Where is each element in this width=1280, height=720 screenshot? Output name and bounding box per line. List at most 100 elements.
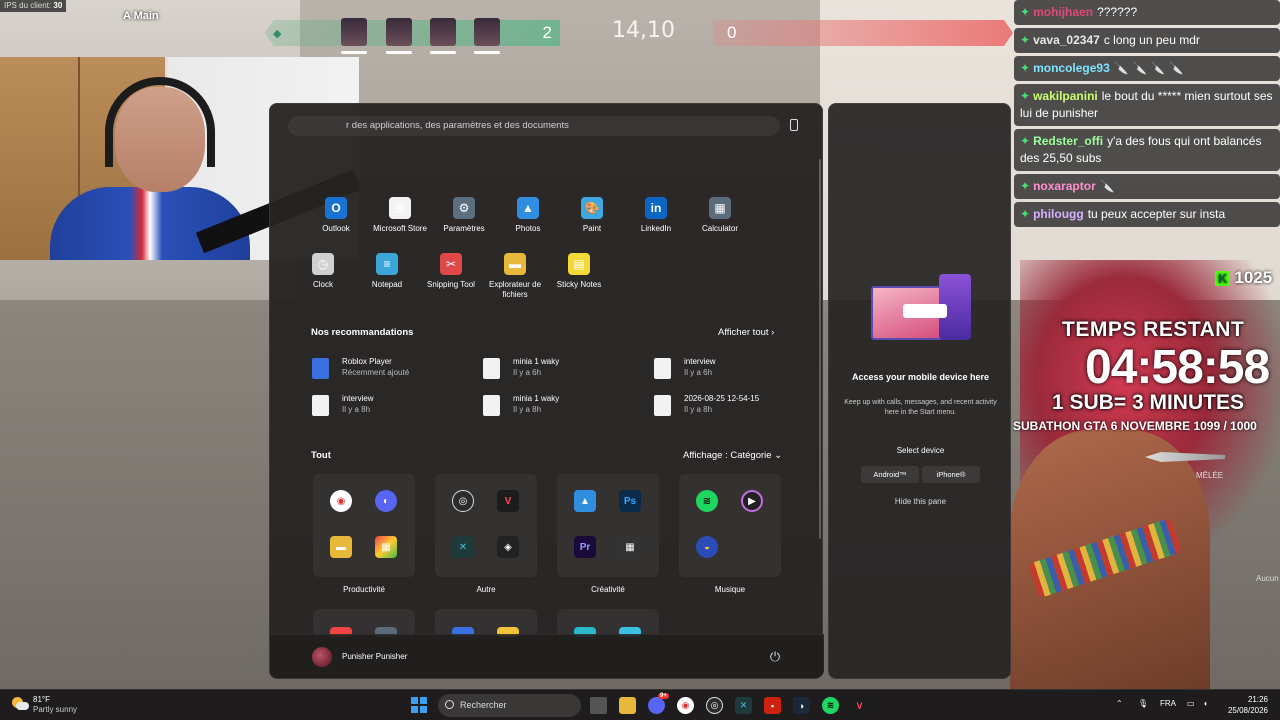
category-folder-creativity[interactable]: ▲ Ps Pr ▦	[557, 474, 659, 577]
chat-badge-icon: ✦	[1020, 61, 1031, 75]
recommendation-item[interactable]: Roblox Player Récemment ajouté	[312, 356, 472, 382]
pinned-app[interactable]: ≡ Notepad	[354, 253, 420, 290]
clock-time[interactable]: 21:26	[1230, 695, 1268, 704]
weather-condition[interactable]: Partly sunny	[33, 705, 77, 714]
settings-icon: ⚙	[453, 197, 475, 219]
start-scrollbar[interactable]	[819, 159, 821, 539]
pinned-app[interactable]: ▲ Photos	[495, 197, 561, 234]
pinned-app[interactable]: O Outlook	[303, 197, 369, 234]
agent-portrait	[430, 18, 456, 46]
file-icon	[654, 358, 671, 379]
chat-username[interactable]: noxaraptor	[1033, 179, 1096, 193]
steam-icon[interactable]: ◑	[793, 697, 810, 714]
app-icon[interactable]: ▪	[764, 697, 781, 714]
cloud-icon	[16, 702, 29, 710]
sticky-notes-icon: ▤	[568, 253, 590, 275]
chat-text: c long un peu mdr	[1103, 33, 1200, 47]
chat-username[interactable]: moncolege93	[1033, 61, 1110, 75]
team-label: A Main	[123, 10, 159, 22]
pinned-app[interactable]: in LinkedIn	[623, 197, 689, 234]
clock-date[interactable]: 25/08/2026	[1223, 706, 1268, 715]
file-explorer-icon: ▬	[330, 536, 352, 558]
weather-temperature[interactable]: 81°F	[33, 695, 50, 704]
recommendation-name: minia 1 waky	[513, 357, 560, 366]
obs-icon[interactable]: ◎	[706, 697, 723, 714]
network-icon[interactable]: ▭	[1187, 699, 1195, 708]
microphone-icon[interactable]: 🎙	[1138, 699, 1148, 708]
chrome-icon: ◉	[330, 490, 352, 512]
recommendation-item[interactable]: interview Il y a 8h	[312, 393, 472, 419]
recommendation-item[interactable]: minia 1 waky Il y a 6h	[483, 356, 643, 382]
recommendation-item[interactable]: minia 1 waky Il y a 8h	[483, 393, 643, 419]
pinned-app[interactable]: ⊞ Microsoft Store	[367, 197, 433, 234]
tray-chevron-icon[interactable]: ⌃	[1116, 699, 1123, 708]
start-menu: r des applications, des paramètres et de…	[269, 103, 824, 679]
chat-message: ✦ moncolege93 🔪 🔪 🔪 🔪	[1014, 56, 1280, 81]
category-folder-music[interactable]: ≋ ▶ ◒	[679, 474, 781, 577]
hide-pane-link[interactable]: Hide this pane	[829, 497, 1012, 506]
taskbar-search[interactable]: Rechercher	[438, 694, 581, 717]
pinned-app-label: Sticky Notes	[556, 280, 602, 289]
recommendation-name: Roblox Player	[342, 357, 392, 366]
recommendation-name: 2026-08-25 12-54-15	[684, 394, 760, 403]
pinned-app[interactable]: ✂ Snipping Tool	[418, 253, 484, 290]
windows-logo-tile	[411, 697, 419, 705]
task-view-icon[interactable]	[590, 697, 607, 714]
chat-username[interactable]: philougg	[1033, 207, 1084, 221]
avatar[interactable]	[312, 647, 332, 667]
agent-portrait	[341, 18, 367, 46]
category-label: Autre	[476, 585, 496, 594]
recommendation-item[interactable]: interview Il y a 6h	[654, 356, 814, 382]
discord-icon[interactable]: 9+	[648, 693, 669, 714]
pinned-app[interactable]: ◷ Clock	[290, 253, 356, 290]
chat-message: ✦ Redster_offi y'a des fous qui ont balanc…	[1014, 129, 1280, 171]
file-explorer-icon[interactable]	[619, 697, 636, 714]
language-indicator[interactable]: FRA	[1160, 699, 1176, 708]
pinned-app-label: Notepad	[371, 280, 403, 289]
photoshop-icon: Ps	[619, 490, 641, 512]
chat-message: ✦ wakilpanini le bout du ***** mien surtou…	[1014, 84, 1280, 126]
chat-username[interactable]: mohijhaen	[1033, 5, 1093, 19]
volume-icon[interactable]: ◖	[1203, 699, 1208, 708]
view-mode-dropdown[interactable]: Affichage : Catégorie ⌄	[683, 450, 782, 461]
recommendation-item[interactable]: 2026-08-25 12-54-15 Il y a 8h	[654, 393, 814, 419]
ips-value: 30	[53, 1, 63, 10]
chat-username[interactable]: Redster_offi	[1033, 134, 1103, 148]
calculator-icon: ▦	[709, 197, 731, 219]
category-folder[interactable]	[313, 609, 415, 637]
category-folder[interactable]	[435, 609, 537, 637]
pinned-app[interactable]: ▦ Calculator	[687, 197, 753, 234]
category-folder-productivity[interactable]: ◉ ◐ ▬ ▦	[313, 474, 415, 577]
phone-pane-description: Keep up with calls, messages, and recent…	[844, 399, 997, 416]
chat-username[interactable]: wakilpanini	[1033, 89, 1098, 103]
spotify-icon[interactable]: ≋	[822, 697, 839, 714]
show-all-link[interactable]: Afficher tout ›	[718, 327, 774, 338]
start-button[interactable]	[411, 697, 427, 713]
power-icon[interactable]: ⏻	[767, 649, 783, 665]
phone-link-pane: Access your mobile device here Keep up w…	[828, 103, 1011, 679]
start-search-input[interactable]: r des applications, des paramètres et de…	[288, 116, 780, 136]
recommendation-time: Il y a 8h	[513, 405, 542, 414]
discord-badge: 9+	[658, 693, 669, 699]
recommendation-name: minia 1 waky	[513, 394, 560, 403]
chat-username[interactable]: vava_02347	[1033, 33, 1100, 47]
chrome-icon[interactable]: ◉	[677, 697, 694, 714]
user-name[interactable]: Punisher Punisher	[342, 652, 407, 661]
enemy-score: 0	[727, 23, 737, 42]
chat-message: ✦ vava_02347 c long un peu mdr	[1014, 28, 1280, 53]
phone-link-icon[interactable]	[790, 119, 798, 131]
pinned-app[interactable]: 🎨 Paint	[559, 197, 625, 234]
premiere-icon: Pr	[574, 536, 596, 558]
pinned-app[interactable]: ▤ Sticky Notes	[546, 253, 612, 290]
weather-icon[interactable]	[12, 697, 29, 711]
pinned-app[interactable]: ⚙ Paramètres	[431, 197, 497, 234]
office-apps-icon: ▦	[375, 536, 397, 558]
android-button[interactable]: Android™	[861, 466, 919, 483]
xbox-icon[interactable]: ✕	[735, 697, 752, 714]
valorant-icon[interactable]: V	[851, 697, 868, 714]
chat-text: ??????	[1097, 5, 1138, 19]
category-folder-other[interactable]: ◎ V ✕ ◈	[435, 474, 537, 577]
pinned-app[interactable]: ▬ Explorateur de fichiers	[482, 253, 548, 300]
category-folder[interactable]	[557, 609, 659, 637]
iphone-button[interactable]: iPhone®	[922, 466, 980, 483]
